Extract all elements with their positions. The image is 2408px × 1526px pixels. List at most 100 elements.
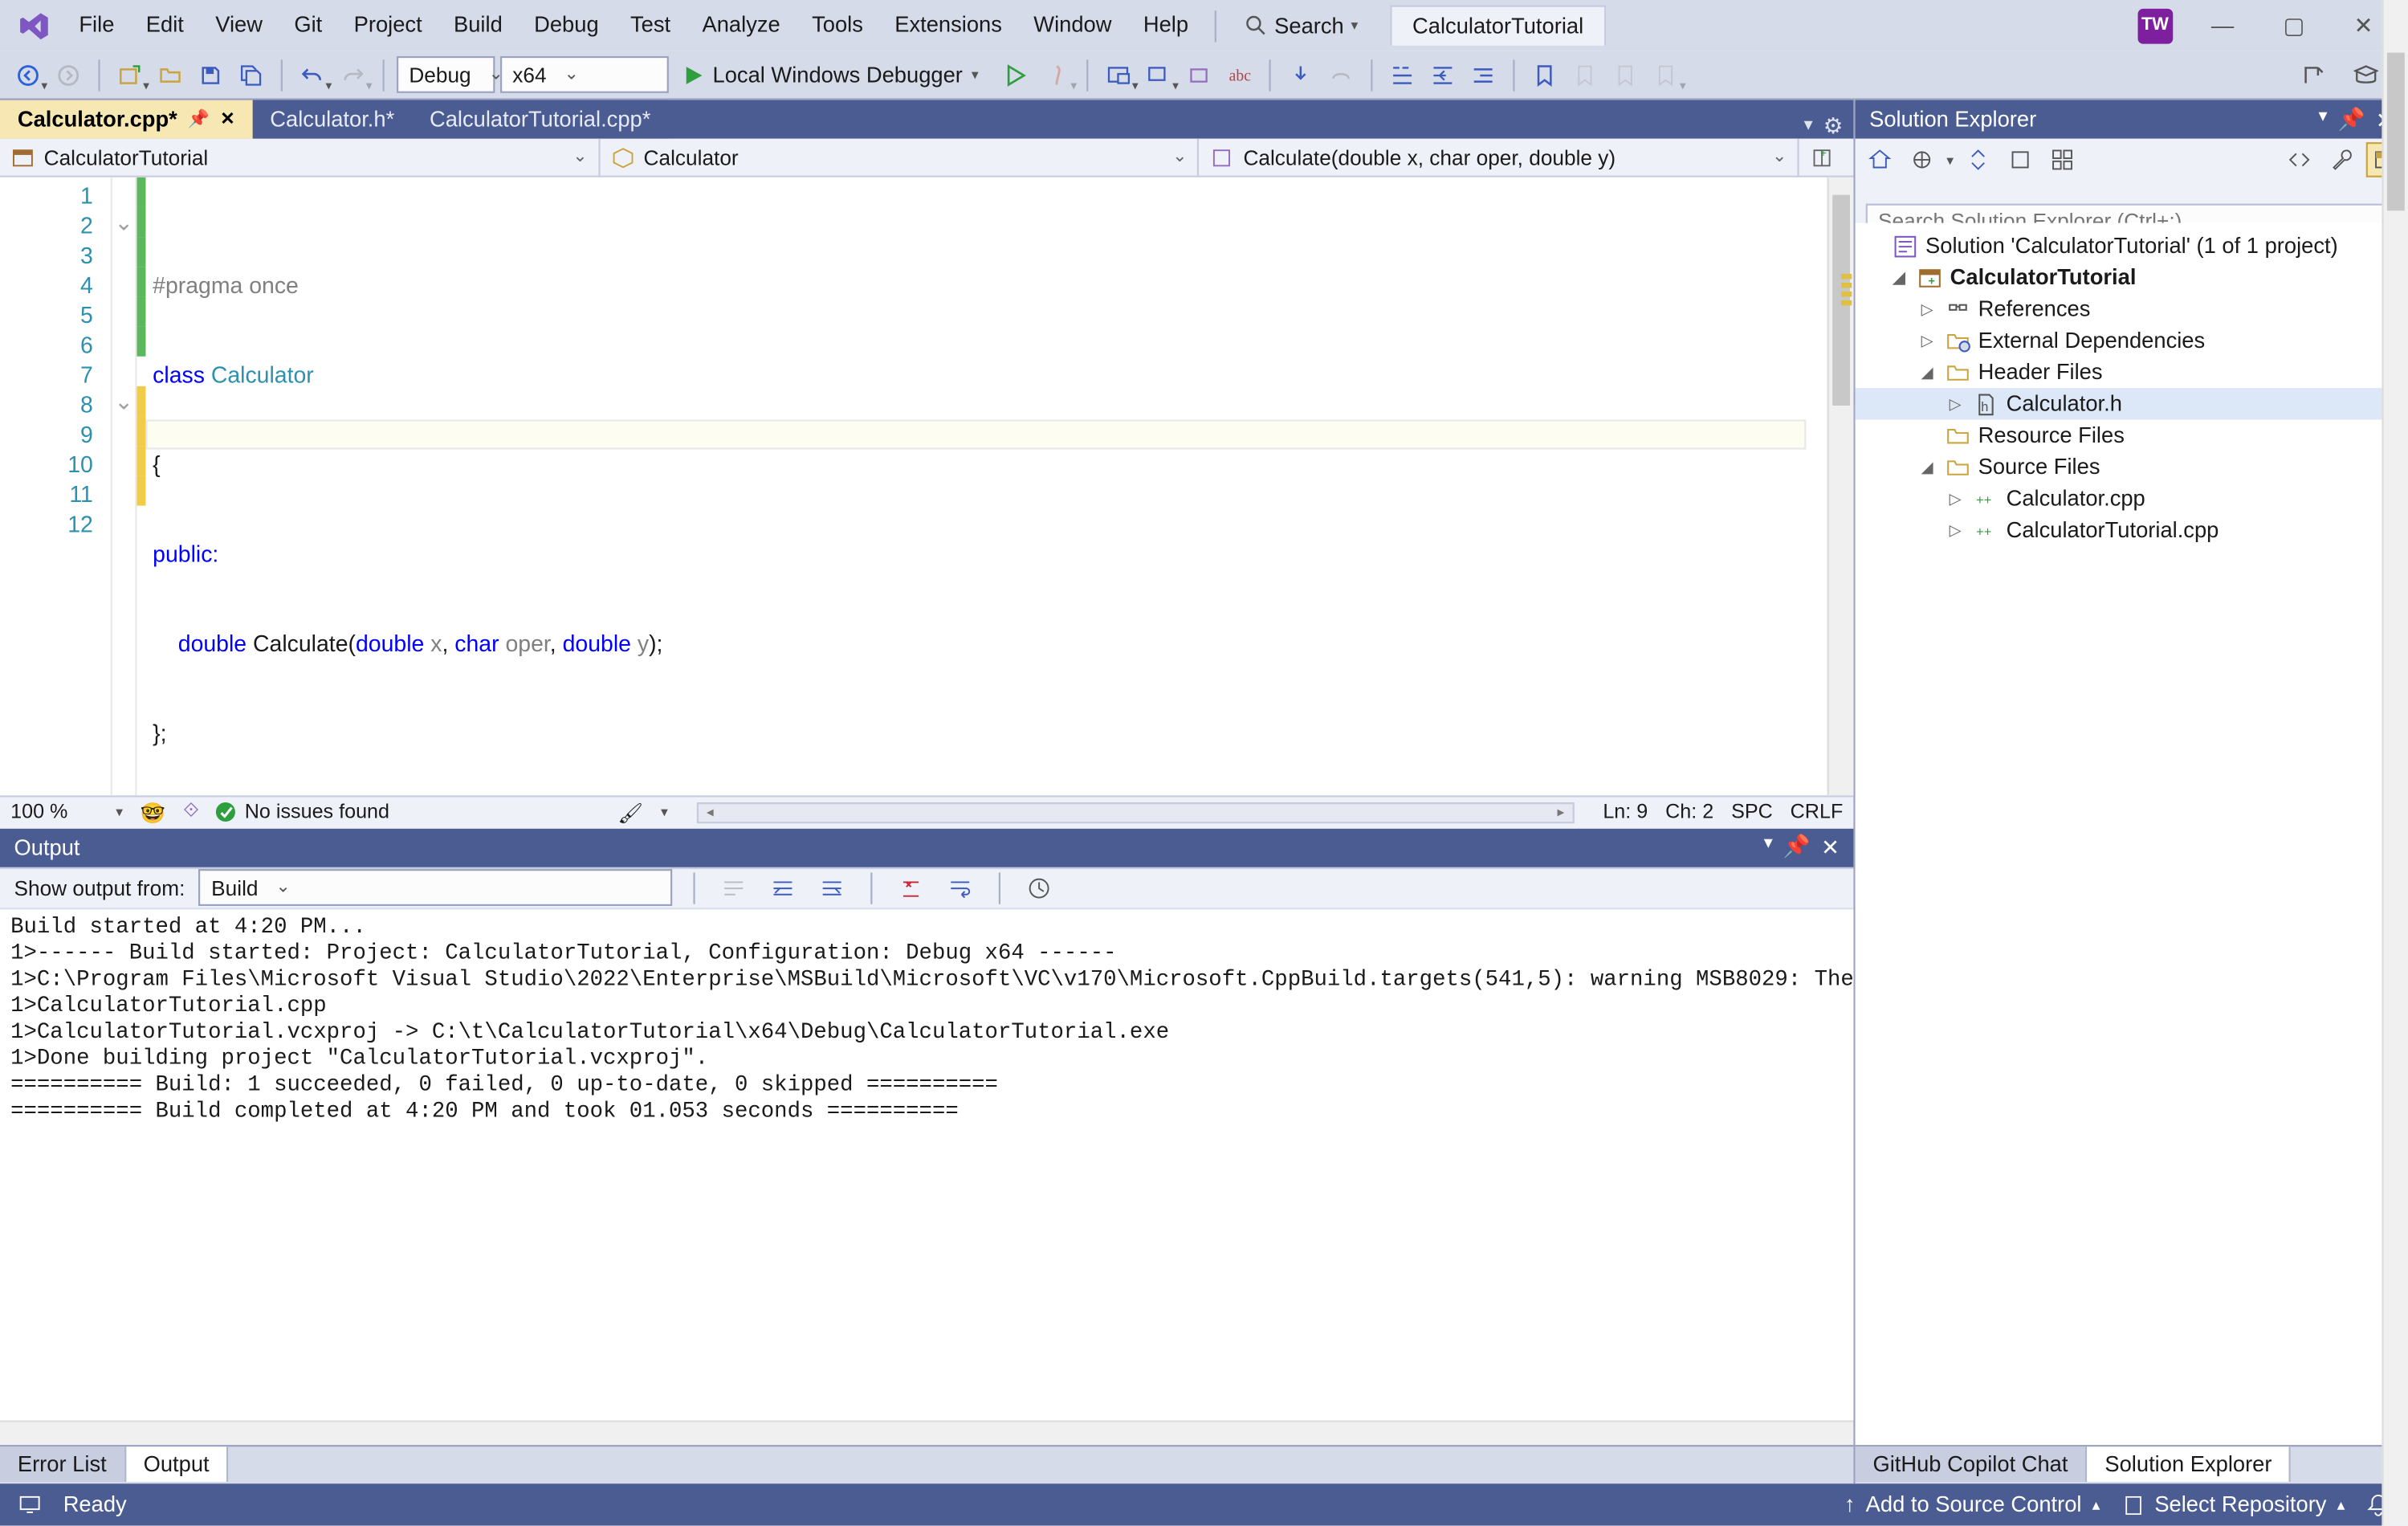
- feedback-button[interactable]: [2349, 55, 2384, 94]
- bmk-next-button[interactable]: [1608, 55, 1644, 94]
- menu-window[interactable]: Window: [1018, 0, 1128, 51]
- add-source-control[interactable]: ↑ Add to Source Control ▴: [1844, 1492, 2100, 1517]
- calculator-h-node[interactable]: ▷ h Calculator.h: [1856, 388, 2408, 419]
- indent-mode[interactable]: SPC: [1731, 802, 1773, 822]
- editor-horizontal-scrollbar[interactable]: ◂▸: [696, 802, 1575, 822]
- next-msg-button[interactable]: [815, 868, 850, 907]
- switch-views-button[interactable]: [1905, 142, 1940, 177]
- account-badge[interactable]: TW: [2137, 8, 2173, 43]
- solution-explorer-tree[interactable]: Solution 'CalculatorTutorial' (1 of 1 pr…: [1856, 223, 2408, 1445]
- tab-calculatortutorial-cpp[interactable]: CalculatorTutorial.cpp*: [412, 100, 668, 139]
- menu-analyze[interactable]: Analyze: [687, 0, 797, 51]
- maximize-button[interactable]: ▢: [2284, 11, 2305, 39]
- source-files-node[interactable]: ◢ Source Files: [1856, 451, 2408, 483]
- browser-dd-button[interactable]: [1102, 55, 1137, 94]
- ref-icon[interactable]: ⟐: [183, 801, 199, 823]
- calculator-cpp-node[interactable]: ▷ ++ Calculator.cpp: [1856, 483, 2408, 514]
- eol-mode[interactable]: CRLF: [1791, 802, 1844, 822]
- save-button[interactable]: [193, 55, 228, 94]
- tab-gear-icon[interactable]: ⚙: [1823, 112, 1844, 139]
- active-files-dd[interactable]: ▾: [1804, 116, 1813, 135]
- layer-dd-button[interactable]: [1142, 55, 1177, 94]
- window-dd-icon[interactable]: ▾: [2319, 106, 2328, 133]
- prev-msg-button[interactable]: [766, 868, 801, 907]
- menu-edit[interactable]: Edit: [130, 0, 199, 51]
- timestamp-button[interactable]: [1022, 868, 1057, 907]
- bmk-clear-button[interactable]: [1649, 55, 1685, 94]
- properties-button[interactable]: [2324, 142, 2359, 177]
- output-text[interactable]: Build started at 4:20 PM... 1>------ Bui…: [0, 908, 1853, 1420]
- menu-project[interactable]: Project: [338, 0, 438, 51]
- menu-extensions[interactable]: Extensions: [879, 0, 1018, 51]
- start-debugging-button[interactable]: Local Windows Debugger ▾: [674, 55, 994, 94]
- code-area[interactable]: #pragma once class Calculator { public: …: [145, 177, 1827, 794]
- show-output-from-combo[interactable]: Build: [199, 869, 673, 906]
- refresh-button[interactable]: [2003, 142, 2038, 177]
- abc-button[interactable]: abc: [1222, 55, 1257, 94]
- scope-combo[interactable]: CalculatorTutorial: [0, 139, 600, 176]
- new-project-button[interactable]: [112, 55, 148, 94]
- config-combo[interactable]: Debug: [397, 56, 495, 93]
- start-wo-debug-button[interactable]: [1000, 55, 1035, 94]
- menu-test[interactable]: Test: [614, 0, 686, 51]
- output-horizontal-scrollbar[interactable]: [0, 1420, 1853, 1445]
- menu-view[interactable]: View: [200, 0, 279, 51]
- solution-node[interactable]: Solution 'CalculatorTutorial' (1 of 1 pr…: [1856, 230, 2408, 261]
- references-node[interactable]: ▷ References: [1856, 293, 2408, 324]
- step-over-button[interactable]: [1324, 55, 1359, 94]
- tab-error-list[interactable]: Error List: [0, 1446, 126, 1482]
- collapse-button[interactable]: [2045, 142, 2080, 177]
- goto-msg-button[interactable]: [717, 868, 752, 907]
- select-repository[interactable]: Select Repository ▴: [2121, 1492, 2345, 1517]
- menu-tools[interactable]: Tools: [796, 0, 878, 51]
- member-combo[interactable]: Calculate(double x, char oper, double y): [1200, 139, 1799, 176]
- outdent-button[interactable]: [1386, 55, 1421, 94]
- menu-git[interactable]: Git: [279, 0, 338, 51]
- tab-solution-explorer[interactable]: Solution Explorer: [2088, 1446, 2292, 1482]
- bmk-prev-button[interactable]: [1568, 55, 1603, 94]
- save-all-button[interactable]: [234, 55, 269, 94]
- minimize-button[interactable]: —: [2211, 11, 2234, 39]
- quick-tab[interactable]: CalculatorTutorial: [1390, 6, 1607, 46]
- class-combo[interactable]: Calculator: [600, 139, 1200, 176]
- tab-calculator-h[interactable]: Calculator.h*: [252, 100, 412, 139]
- clear-output-button[interactable]: [894, 868, 930, 907]
- close-icon[interactable]: ✕: [220, 110, 234, 129]
- bookmark-button[interactable]: [1528, 55, 1563, 94]
- external-deps-node[interactable]: ▷ External Dependencies: [1856, 324, 2408, 356]
- class-btn[interactable]: [1182, 55, 1217, 94]
- brush-icon[interactable]: 🖌: [617, 800, 643, 825]
- project-node[interactable]: ◢ + CalculatorTutorial: [1856, 262, 2408, 293]
- undo-button[interactable]: [295, 55, 330, 94]
- zoom-level[interactable]: 100 %: [10, 802, 98, 822]
- platform-combo[interactable]: x64: [500, 56, 669, 93]
- code-button[interactable]: [2282, 142, 2317, 177]
- code-editor[interactable]: 123456789101112 ⌄⌄ #pragma once class Ca…: [0, 177, 1853, 794]
- tab-copilot-chat[interactable]: GitHub Copilot Chat: [1856, 1446, 2088, 1482]
- tutorial-cpp-node[interactable]: ▷ ++ CalculatorTutorial.cpp: [1856, 514, 2408, 545]
- error-count-icon[interactable]: 🤓: [141, 800, 165, 825]
- header-files-node[interactable]: ◢ Header Files: [1856, 357, 2408, 388]
- pin-icon[interactable]: 📌: [2338, 106, 2365, 133]
- word-wrap-button[interactable]: [943, 868, 979, 907]
- menu-file[interactable]: File: [63, 0, 130, 51]
- search-box[interactable]: Search ▾: [1227, 13, 1375, 38]
- indent-button[interactable]: [1426, 55, 1461, 94]
- nav-back-button[interactable]: [10, 55, 46, 94]
- pin-icon[interactable]: 📌: [188, 110, 210, 129]
- open-file-button[interactable]: [153, 55, 188, 94]
- tab-output[interactable]: Output: [126, 1446, 229, 1482]
- output-vertical-scrollbar[interactable]: [2382, 0, 2408, 1526]
- split-button[interactable]: +: [1799, 139, 1854, 176]
- editor-vertical-scrollbar[interactable]: [1827, 177, 1854, 794]
- menu-help[interactable]: Help: [1127, 0, 1204, 51]
- tab-calculator-cpp[interactable]: Calculator.cpp* 📌 ✕: [0, 100, 252, 139]
- hot-reload-button[interactable]: [1040, 55, 1075, 94]
- window-dd-icon[interactable]: ▾: [1764, 834, 1773, 860]
- redo-button[interactable]: [336, 55, 371, 94]
- close-button[interactable]: ✕: [2354, 11, 2373, 39]
- comment-button[interactable]: [1466, 55, 1501, 94]
- issues-indicator[interactable]: No issues found: [217, 802, 389, 822]
- sync-button[interactable]: [1961, 142, 1996, 177]
- home-button[interactable]: [1862, 142, 1897, 177]
